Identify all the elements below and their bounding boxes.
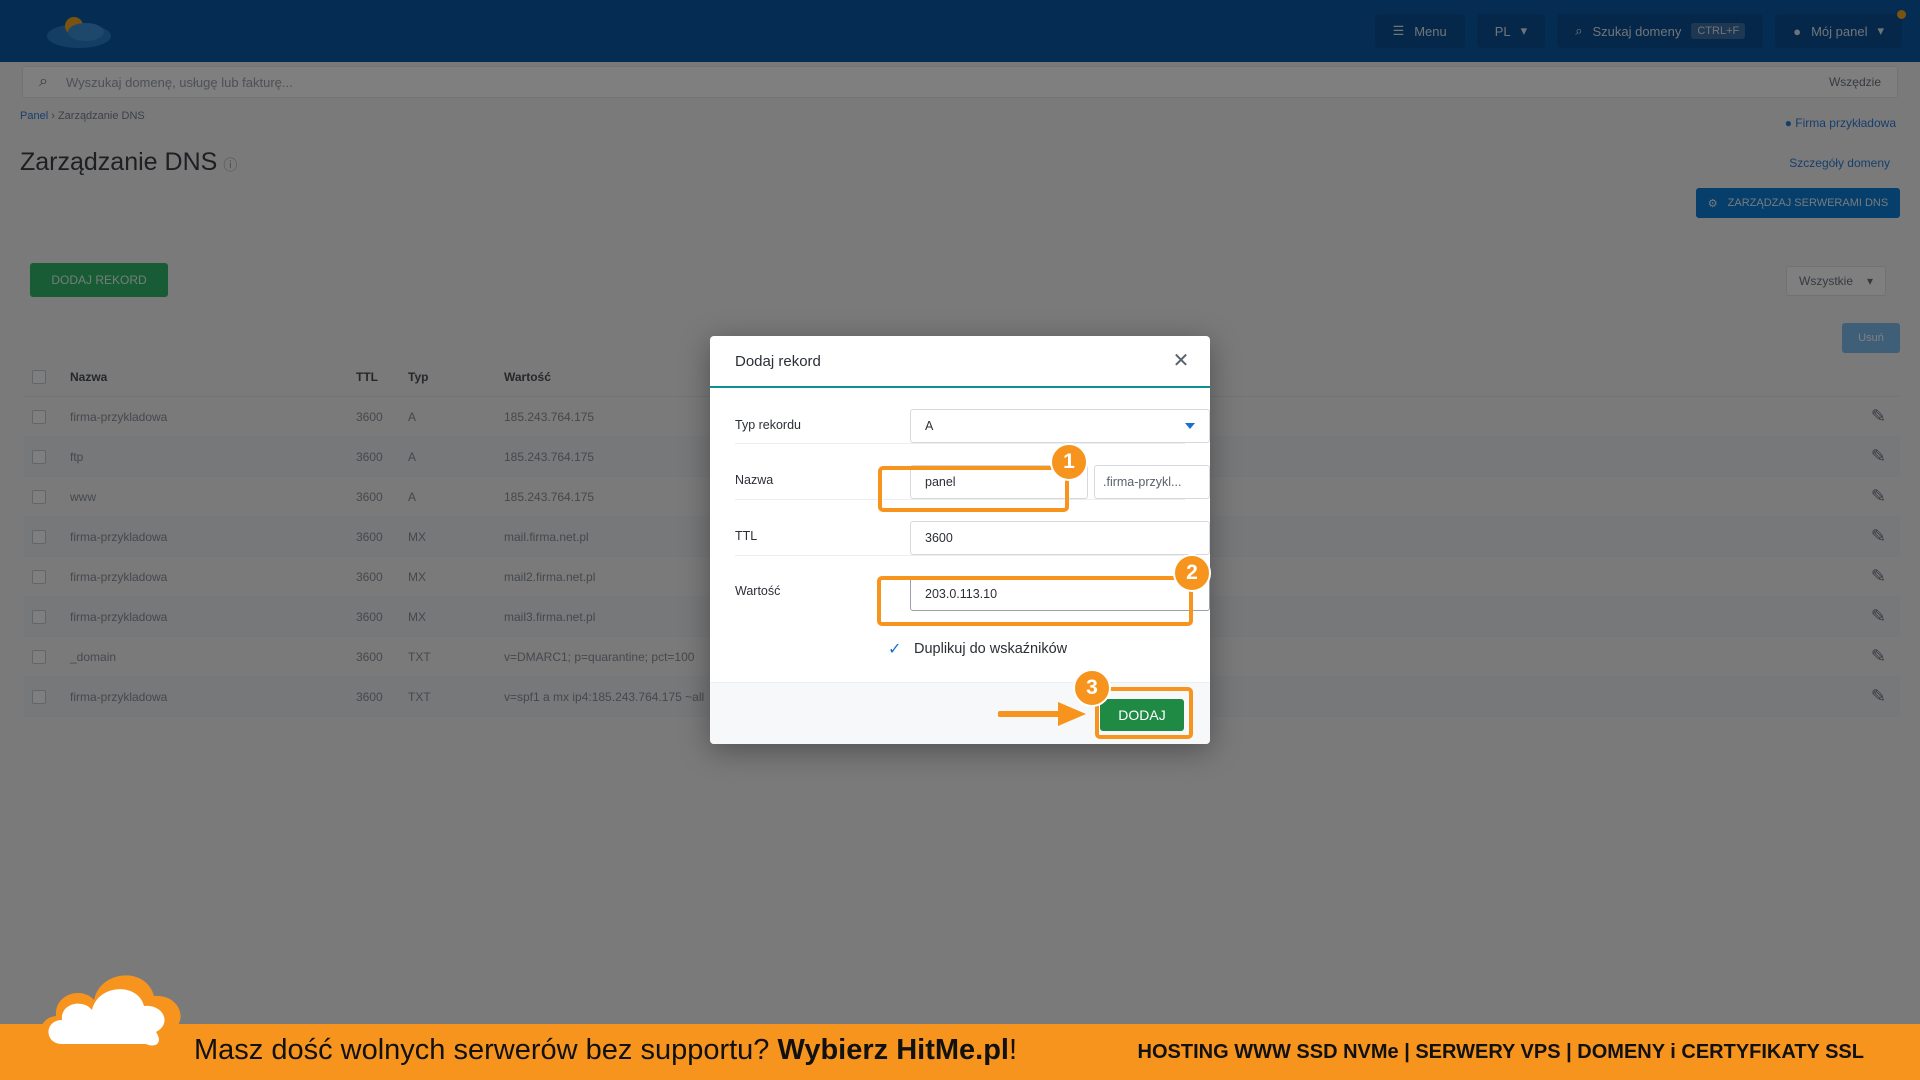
banner-headline[interactable]: Masz dość wolnych serwerów bez supportu?… xyxy=(194,1034,1017,1067)
record-type-label: Typ rekordu xyxy=(735,418,802,432)
duplicate-checkbox[interactable]: ✓ Duplikuj do wskaźników xyxy=(888,639,1067,659)
cloud-logo-icon xyxy=(39,975,181,1054)
record-type-select[interactable]: A xyxy=(910,409,1210,443)
duplicate-label: Duplikuj do wskaźników xyxy=(914,641,1068,657)
ttl-input[interactable]: 3600 xyxy=(910,521,1210,555)
step-badge-1: 1 xyxy=(1050,443,1088,481)
dialog-title: Dodaj rekord xyxy=(735,353,821,370)
close-icon[interactable]: ✕ xyxy=(1170,350,1192,372)
banner-services-text: HOSTING WWW SSD NVMe | SERWERY VPS | DOM… xyxy=(1137,1041,1864,1063)
checkmark-icon[interactable]: ✓ xyxy=(888,639,902,659)
step-badge-2: 2 xyxy=(1173,554,1211,592)
name-label: Nazwa xyxy=(735,473,774,487)
highlight-value-input xyxy=(877,576,1193,626)
value-label: Wartość xyxy=(735,584,781,598)
arrow-right-icon xyxy=(998,702,1086,726)
dialog-header: Dodaj rekord ✕ xyxy=(710,336,1210,388)
highlight-name-input xyxy=(878,466,1069,512)
domain-suffix-field: .firma-przykl... xyxy=(1094,465,1210,499)
record-type-row: Typ rekordu A xyxy=(735,388,1210,444)
caret-down-icon xyxy=(1185,423,1195,429)
add-record-dialog: Dodaj rekord ✕ Typ rekordu A Nazwa panel… xyxy=(710,336,1210,744)
ttl-label: TTL xyxy=(735,529,758,543)
